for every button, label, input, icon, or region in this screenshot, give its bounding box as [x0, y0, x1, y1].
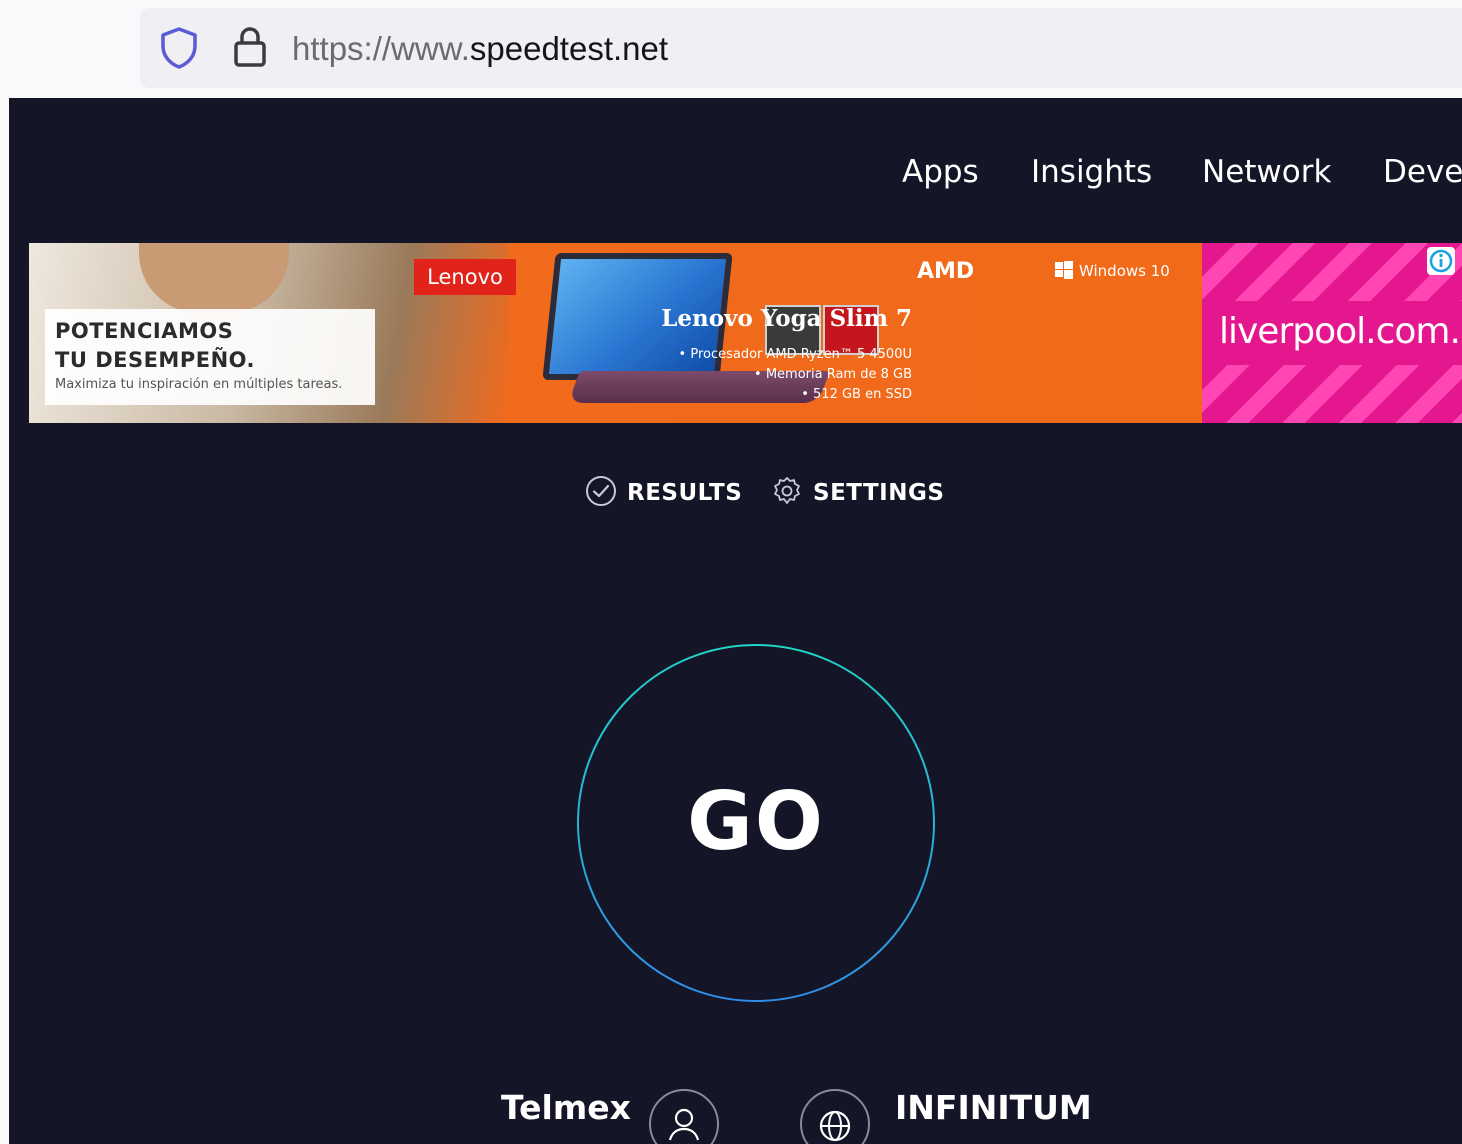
user-icon[interactable]	[648, 1088, 720, 1144]
nav-item-network[interactable]: Network	[1202, 152, 1331, 192]
url-text[interactable]: https://www.speedtest.net	[292, 28, 668, 70]
windows-logo: Windows 10	[1055, 261, 1170, 280]
amd-logo: AMD	[917, 259, 975, 284]
speedtest-site: Apps Insights Network Deve POTENCIAMOS T…	[9, 98, 1462, 1144]
page: https://www.speedtest.net Apps Insights …	[0, 0, 1462, 1144]
ad-spec: • Memoria Ram de 8 GB	[754, 367, 912, 382]
lock-icon[interactable]	[231, 25, 269, 69]
top-navigation: Apps Insights Network Deve	[9, 98, 1462, 243]
settings-link[interactable]: SETTINGS	[771, 475, 944, 509]
settings-label: SETTINGS	[813, 480, 945, 506]
windows-icon	[1055, 261, 1073, 279]
nav-item-developers[interactable]: Deve	[1383, 152, 1462, 192]
shield-icon[interactable]	[159, 26, 199, 70]
ad-headline: TU DESEMPEÑO.	[55, 348, 256, 372]
browser-toolbar: https://www.speedtest.net	[0, 0, 1462, 98]
ad-spec: • Procesador AMD Ryzen™ 5 4500U	[678, 347, 912, 362]
liverpool-logo: liverpool.com.m	[1219, 311, 1462, 352]
lenovo-ad[interactable]: POTENCIAMOS TU DESEMPEÑO. Maximiza tu in…	[29, 243, 1202, 423]
url-domain: speedtest.net	[469, 30, 669, 67]
ad-spec: • 512 GB en SSD	[801, 387, 912, 402]
server-name: INFINITUM	[895, 1088, 1092, 1127]
ad-headline: POTENCIAMOS	[55, 319, 234, 343]
isp-name: Telmex	[501, 1088, 631, 1127]
nav-item-apps[interactable]: Apps	[902, 152, 979, 192]
info-icon[interactable]	[1427, 247, 1455, 275]
ad-subline: Maximiza tu inspiración en múltiples tar…	[55, 377, 343, 392]
check-circle-icon	[586, 476, 616, 506]
go-label: GO	[687, 775, 825, 868]
ad-product-name: Lenovo Yoga Slim 7	[661, 305, 912, 332]
results-label: RESULTS	[627, 480, 743, 506]
lenovo-logo: Lenovo	[414, 259, 516, 295]
windows-label: Windows 10	[1079, 262, 1170, 280]
globe-icon[interactable]	[799, 1088, 871, 1144]
url-prefix: https://www.	[292, 30, 470, 67]
nav-item-insights[interactable]: Insights	[1031, 152, 1152, 192]
gear-icon	[774, 477, 800, 504]
ad-banner[interactable]: POTENCIAMOS TU DESEMPEÑO. Maximiza tu in…	[29, 243, 1462, 423]
results-link[interactable]: RESULTS	[585, 475, 742, 509]
go-button[interactable]: GO	[577, 644, 935, 1002]
